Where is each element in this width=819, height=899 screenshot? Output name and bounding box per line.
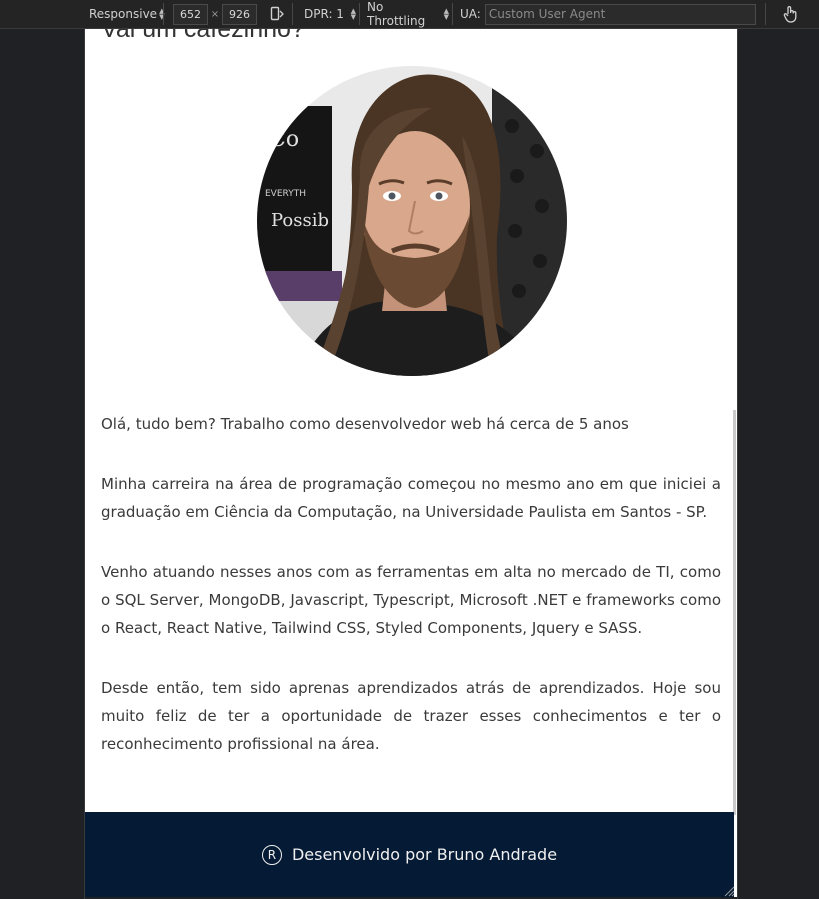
rotate-device-button[interactable] bbox=[264, 3, 290, 25]
resize-grip[interactable] bbox=[722, 884, 735, 897]
resize-grip-icon bbox=[724, 886, 735, 897]
device-select-label: Responsive bbox=[89, 7, 158, 21]
select-arrows-icon: ▲ ▼ bbox=[350, 7, 356, 21]
about-section: Olá, tudo bem? Trabalho como desenvolved… bbox=[101, 410, 721, 790]
avatar: Co EVERYTH Possib bbox=[257, 66, 567, 376]
divider bbox=[764, 3, 766, 25]
dpr-label: DPR: 1 bbox=[304, 7, 344, 21]
dimension-separator: × bbox=[210, 8, 220, 20]
about-paragraph: Minha carreira na área de programação co… bbox=[101, 475, 721, 521]
registered-icon: R bbox=[261, 844, 282, 865]
footer-text: Desenvolvido por Bruno Andrade bbox=[291, 845, 558, 864]
height-input[interactable]: 926 bbox=[222, 3, 257, 25]
throttling-label: No Throttling bbox=[367, 0, 426, 28]
about-paragraph: Venho atuando nesses anos com as ferrame… bbox=[101, 563, 721, 637]
ua-label: UA: bbox=[460, 7, 481, 21]
svg-text:EVERYTH: EVERYTH bbox=[265, 189, 306, 199]
touch-hand-icon bbox=[783, 6, 797, 23]
device-select[interactable]: Responsive ▲ ▼ bbox=[89, 7, 164, 21]
select-arrows-icon: ▲ ▼ bbox=[443, 7, 449, 21]
width-input[interactable]: 652 bbox=[173, 3, 208, 25]
touch-toggle-button[interactable] bbox=[774, 3, 808, 25]
page-scrollbar[interactable] bbox=[733, 410, 736, 815]
profile-photo: Co EVERYTH Possib bbox=[257, 66, 567, 376]
svg-text:Co: Co bbox=[269, 127, 299, 152]
divider bbox=[452, 3, 453, 25]
divider bbox=[292, 3, 293, 25]
divider bbox=[359, 3, 360, 25]
page-viewport: Vai um cafezinho? Co EVERYTH Possib Olá,… bbox=[85, 29, 737, 897]
dpr-select[interactable]: DPR: 1 ▲ ▼ bbox=[304, 7, 356, 21]
rotate-device-icon bbox=[270, 6, 284, 21]
viewport-border-right bbox=[737, 29, 738, 899]
section-title: Vai um cafezinho? bbox=[101, 29, 305, 43]
page-footer: R Desenvolvido por Bruno Andrade bbox=[85, 812, 734, 897]
throttling-select[interactable]: No Throttling ▲ ▼ bbox=[367, 0, 449, 28]
svg-text:Possib: Possib bbox=[271, 210, 329, 231]
device-toolbar: Responsive ▲ ▼ 652 × 926 DPR: 1 ▲ ▼ No Thr… bbox=[0, 0, 819, 29]
about-paragraph: Desde então, tem sido aprenas aprendizad… bbox=[101, 679, 721, 753]
user-agent-input[interactable]: Custom User Agent bbox=[484, 3, 756, 25]
divider bbox=[163, 3, 164, 25]
about-paragraph: Olá, tudo bem? Trabalho como desenvolved… bbox=[101, 415, 629, 433]
